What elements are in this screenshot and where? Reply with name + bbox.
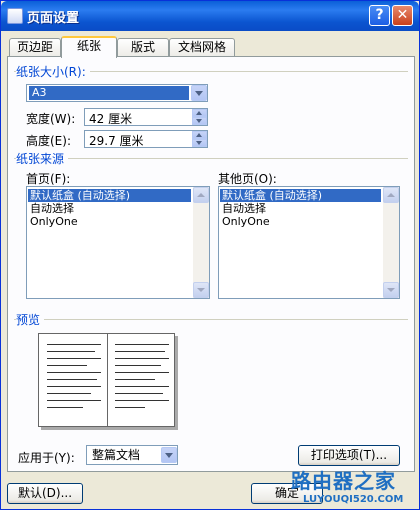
height-spinner[interactable]: 29.7 厘米 [84,130,208,148]
preview-text-line [47,393,91,394]
other-pages-option[interactable]: 默认纸盒 (自动选择) [220,189,381,202]
other-pages-option[interactable]: OnlyOne [220,215,272,228]
page-preview [38,333,175,427]
preview-text-line [115,365,161,366]
width-value: 42 厘米 [89,112,133,126]
preview-text-line [47,351,95,352]
preview-text-line [115,393,163,394]
print-options-button[interactable]: 打印选项(T)... [298,445,400,466]
height-label: 高度(E): [26,134,71,148]
first-page-option[interactable]: 自动选择 [28,202,76,215]
preview-text-line [115,351,165,352]
watermark-url: LUYOUQI520.COM [303,494,404,505]
preview-text-line [115,379,155,380]
chevron-down-icon[interactable] [161,447,177,463]
tab-document-grid[interactable]: 文档网格 [169,38,235,57]
preview-text-line [47,358,101,359]
tab-strip: 页边距 纸张 版式 文档网格 [7,36,415,58]
preview-rule [14,319,408,320]
dialog-title: 页面设置 [27,11,80,26]
preview-text-line [47,400,101,401]
preview-text-line [115,372,169,373]
preview-text-line [115,386,169,387]
first-page-list[interactable]: 默认纸盒 (自动选择) 自动选择 OnlyOne [26,186,210,299]
tab-margins[interactable]: 页边距 [9,38,61,57]
preview-text-line [47,365,87,366]
height-value: 29.7 厘米 [89,134,144,148]
apply-to-label: 应用于(Y): [18,451,75,465]
chevron-down-icon[interactable] [191,85,207,101]
paper-source-rule [14,158,408,159]
help-button[interactable]: ? [369,5,390,26]
scroll-down-icon[interactable] [383,282,399,298]
paper-size-group-title: 纸张大小(R): [16,63,90,80]
apply-to-select[interactable]: 整篇文档 [86,445,178,465]
scroll-up-icon[interactable] [383,187,399,203]
close-button[interactable]: ✕ [392,5,413,26]
default-button[interactable]: 默认(D)... [7,483,83,504]
preview-text-line [115,344,169,345]
paper-size-selected: A3 [29,86,189,100]
other-pages-option[interactable]: 自动选择 [220,202,268,215]
app-icon [7,8,23,24]
width-label: 宽度(W): [26,112,76,126]
first-page-label: 首页(F): [26,172,71,186]
preview-spine [107,334,108,426]
other-pages-label: 其他页(O): [218,172,277,186]
preview-title: 预览 [16,311,45,328]
preview-text-line [47,386,101,387]
paper-source-group-title: 纸张来源 [16,150,69,167]
other-pages-list[interactable]: 默认纸盒 (自动选择) 自动选择 OnlyOne [218,186,400,299]
height-decrease-icon[interactable] [192,139,207,147]
preview-text-line [47,407,83,408]
scroll-up-icon[interactable] [193,187,209,203]
preview-text-line [47,379,97,380]
tab-paper[interactable]: 纸张 [61,36,117,58]
preview-text-line [115,407,145,408]
width-spinner[interactable]: 42 厘米 [84,108,208,126]
width-increase-icon[interactable] [192,109,207,117]
title-bar[interactable]: 页面设置 ? ✕ [1,1,419,31]
paper-size-select[interactable]: A3 [26,84,208,102]
tab-layout[interactable]: 版式 [117,38,169,57]
first-page-option[interactable]: OnlyOne [28,215,80,228]
height-increase-icon[interactable] [192,131,207,139]
preview-text-line [115,358,169,359]
apply-to-value: 整篇文档 [92,448,141,462]
other-pages-scrollbar[interactable] [383,187,399,298]
first-page-scrollbar[interactable] [193,187,209,298]
site-watermark: 路由器之家 LUYOUQI520.COM [291,465,403,505]
scroll-down-icon[interactable] [193,282,209,298]
tab-panel-paper: 纸张大小(R): A3 宽度(W): 42 厘米 高度(E): 29.7 厘米 … [7,56,415,472]
first-page-option[interactable]: 默认纸盒 (自动选择) [28,189,191,202]
width-decrease-icon[interactable] [192,117,207,125]
watermark-logo-text: 路由器之家 [291,469,396,493]
preview-text-line [115,400,169,401]
page-setup-dialog: 页面设置 ? ✕ 页边距 纸张 版式 文档网格 纸张大小(R): A3 宽度(W… [0,0,420,510]
preview-text-line [47,372,101,373]
preview-text-line [47,344,101,345]
